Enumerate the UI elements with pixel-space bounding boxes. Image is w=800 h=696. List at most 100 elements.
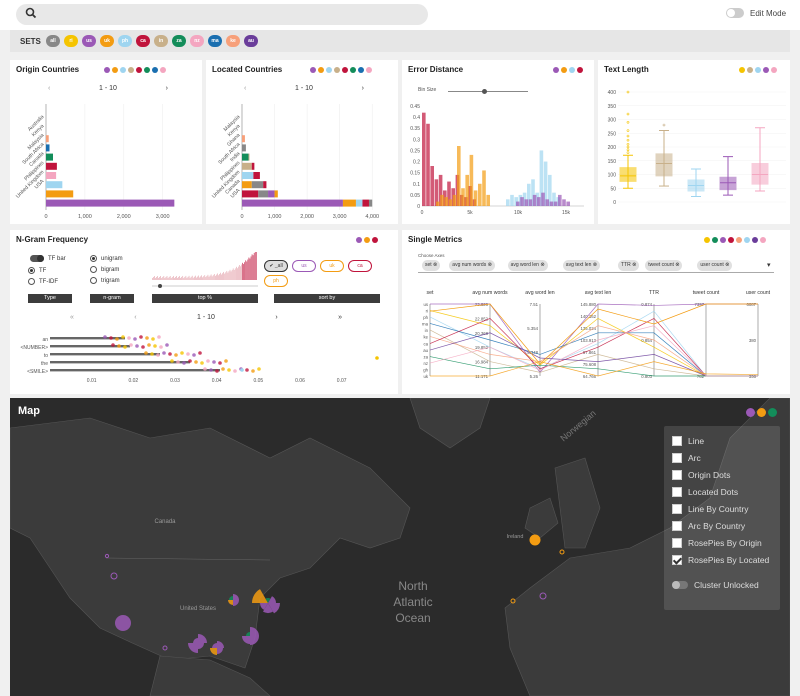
set-chip-in[interactable]: in — [154, 35, 168, 47]
layer-checkbox[interactable] — [672, 538, 682, 548]
edit-mode-switch[interactable] — [726, 8, 744, 18]
ngram-button[interactable]: n-gram — [90, 294, 134, 303]
axis-tick-label: 16.984 — [475, 360, 489, 365]
radio-unigram[interactable]: unigram — [90, 255, 123, 262]
sort-chip-us[interactable]: us — [292, 260, 316, 272]
cluster-switch[interactable] — [672, 581, 688, 589]
layer-checkbox[interactable] — [672, 436, 682, 446]
layer-checkbox[interactable] — [672, 470, 682, 480]
layer-option[interactable]: Located Dots — [672, 487, 738, 497]
prev-page-button[interactable]: ‹ — [134, 314, 136, 321]
axis-tick-label: ph — [423, 315, 428, 320]
axis-chip[interactable]: user count ⊗ — [697, 260, 733, 271]
set-chip-za[interactable]: za — [172, 35, 186, 47]
axis-chip[interactable]: TTR ⊗ — [618, 260, 640, 271]
ngram-dot — [245, 368, 249, 372]
top-percent-bar — [169, 275, 171, 280]
layer-option[interactable]: Line — [672, 436, 704, 446]
set-chip-nz[interactable]: nz — [190, 35, 204, 47]
axis-chip[interactable]: tweet count ⊗ — [645, 260, 683, 271]
bin-size-slider[interactable] — [448, 89, 528, 94]
remove-axis-icon[interactable]: ⊗ — [724, 262, 729, 268]
histogram-bar — [537, 197, 541, 206]
sort-chip-all[interactable]: ✔ _all — [264, 260, 288, 272]
remove-axis-icon[interactable]: ⊗ — [591, 262, 597, 268]
tf-bar-switch[interactable] — [30, 255, 44, 262]
radio-tfidf[interactable]: TF-IDF — [28, 278, 58, 285]
axis-chip[interactable]: set ⊗ — [422, 260, 441, 271]
next-page-button[interactable]: › — [275, 314, 277, 321]
first-page-button[interactable]: « — [70, 314, 74, 321]
sort-by-button[interactable]: sort by — [274, 294, 380, 303]
radio-tf[interactable]: TF — [28, 267, 58, 274]
top-percent-bar — [152, 278, 153, 280]
layer-option[interactable]: Line By Country — [672, 504, 748, 514]
origin-legend-dots — [104, 67, 166, 73]
top-percent-bar — [158, 277, 159, 280]
axis-chip[interactable]: avg num words ⊗ — [449, 260, 495, 271]
set-chip-ma[interactable]: ma — [208, 35, 222, 47]
rosepie-slice — [250, 636, 259, 645]
cluster-toggle[interactable]: Cluster Unlocked — [672, 580, 759, 590]
remove-axis-icon[interactable]: ⊗ — [539, 262, 544, 268]
top-percent-bar — [178, 276, 179, 280]
tf-bar-toggle[interactable]: TF bar — [30, 255, 66, 262]
layer-checkbox[interactable] — [672, 504, 682, 514]
prev-page-button[interactable]: ‹ — [48, 85, 50, 92]
remove-axis-icon[interactable]: ⊗ — [631, 262, 636, 268]
layer-checkbox[interactable] — [672, 521, 682, 531]
outlier — [626, 129, 630, 132]
search-input[interactable] — [16, 4, 428, 25]
set-chip-ca[interactable]: ca — [136, 35, 150, 47]
rosepie-slice — [250, 627, 259, 636]
chevron-down-icon[interactable]: ▾ — [767, 261, 771, 269]
set-chip-ri[interactable]: ri — [64, 35, 78, 47]
sort-chip-ca[interactable]: ca — [348, 260, 372, 272]
slider-handle[interactable] — [482, 89, 487, 94]
layer-label: Located Dots — [688, 487, 739, 497]
set-chip-ke[interactable]: ke — [226, 35, 240, 47]
edit-mode-toggle[interactable]: Edit Mode — [726, 8, 786, 18]
top-percent-histogram[interactable] — [152, 252, 258, 292]
axis-tick-label: 0.874 — [641, 302, 652, 307]
layer-checkbox[interactable] — [672, 487, 682, 497]
histogram-bar — [562, 199, 566, 206]
top-percent-button[interactable]: top % — [152, 294, 258, 303]
next-page-button[interactable]: › — [166, 85, 168, 92]
box — [719, 176, 737, 191]
sort-chip-ph[interactable]: ph — [264, 275, 288, 287]
histogram-bar — [545, 199, 549, 206]
map-panel[interactable]: Canada United States Ireland North Atlantic O… — [10, 398, 790, 696]
sort-chip-uk[interactable]: uk — [320, 260, 344, 272]
remove-axis-icon[interactable]: ⊗ — [486, 262, 492, 268]
set-chip-ph[interactable]: ph — [118, 35, 132, 47]
set-chip-all[interactable]: all — [46, 35, 60, 47]
remove-axis-icon[interactable]: ⊗ — [432, 262, 437, 268]
layer-option[interactable]: Arc By Country — [672, 521, 745, 531]
layer-option[interactable]: RosePies By Located — [672, 555, 769, 565]
radio-bigram[interactable]: bigram — [90, 266, 123, 273]
remove-axis-icon[interactable]: ⊗ — [674, 262, 679, 268]
x-tick-label: 2,000 — [117, 214, 131, 220]
type-button[interactable]: Type — [28, 294, 72, 303]
set-chip-au[interactable]: au — [244, 35, 258, 47]
axis-selector[interactable]: set ⊗ avg num words ⊗ avg word len ⊗ avg te… — [418, 259, 774, 273]
layer-checkbox[interactable] — [672, 453, 682, 463]
layer-checkbox[interactable] — [672, 555, 682, 565]
set-chip-uk[interactable]: uk — [100, 35, 114, 47]
ngram-dot — [141, 345, 145, 349]
bar-segment — [46, 190, 74, 198]
layer-option[interactable]: Arc — [672, 453, 701, 463]
next-page-button[interactable]: › — [362, 85, 364, 92]
bar-segment — [46, 153, 53, 161]
last-page-button[interactable]: » — [338, 314, 342, 321]
axis-chip[interactable]: avg text len ⊗ — [562, 260, 600, 271]
layer-option[interactable]: Origin Dots — [672, 470, 731, 480]
prev-page-button[interactable]: ‹ — [244, 85, 246, 92]
ngram-dot — [203, 367, 207, 371]
axis-chip[interactable]: avg word len ⊗ — [507, 260, 548, 271]
set-chip-us[interactable]: us — [82, 35, 96, 47]
layer-option[interactable]: RosePies By Origin — [672, 538, 762, 548]
radio-trigram[interactable]: trigram — [90, 277, 123, 284]
bin-size-label: Bin Size — [418, 87, 437, 93]
